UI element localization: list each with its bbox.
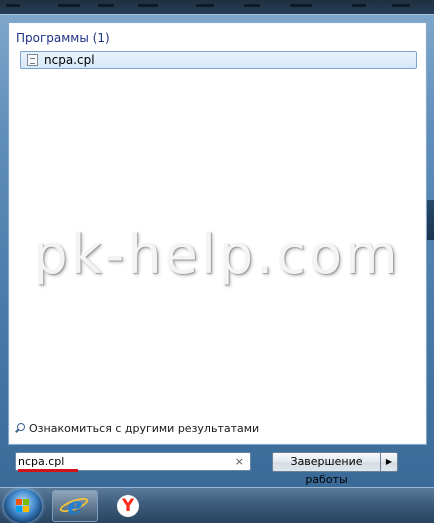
shutdown-group: Завершение работы ▶ <box>272 452 400 486</box>
desktop-icon-fragment <box>6 4 20 7</box>
yandex-icon: Y <box>117 495 139 517</box>
shutdown-button[interactable]: Завершение работы <box>272 452 381 486</box>
search-icon <box>15 423 25 433</box>
ie-icon: e <box>67 491 83 520</box>
taskbar-button-yandex-browser[interactable]: Y <box>106 490 150 522</box>
desktop-icon-fragment <box>244 4 260 7</box>
desktop-icon-fragment <box>196 4 214 7</box>
search-results-pane: Программы (1) ncpa.cpl pk-help.com Ознак… <box>8 22 427 445</box>
shutdown-options-arrow-icon[interactable]: ▶ <box>380 452 398 472</box>
see-more-label: Ознакомиться с другими результатами <box>29 422 260 435</box>
watermark-text: pk-help.com <box>33 223 401 286</box>
result-item-label: ncpa.cpl <box>44 53 95 67</box>
taskbar: e Y <box>0 487 434 523</box>
desktop-icon-fragment <box>290 4 312 7</box>
result-item-ncpa[interactable]: ncpa.cpl <box>20 51 417 69</box>
desktop-icon-fragment <box>98 4 114 7</box>
search-input[interactable] <box>18 454 228 469</box>
control-panel-file-icon <box>27 54 38 66</box>
annotation-underline <box>18 469 78 472</box>
desktop-icon-fragment <box>352 4 366 7</box>
clear-icon[interactable]: × <box>235 455 244 468</box>
programs-section-header: Программы (1) <box>16 31 110 45</box>
desktop-icon-fragment <box>138 4 158 7</box>
desktop-icon-fragment <box>392 4 410 7</box>
taskbar-button-internet-explorer[interactable]: e <box>52 490 98 522</box>
desktop-icon-fragment <box>58 4 80 7</box>
start-button[interactable] <box>4 489 42 523</box>
windows-orb-icon <box>16 499 30 513</box>
see-more-results-link[interactable]: Ознакомиться с другими результатами <box>15 422 259 435</box>
